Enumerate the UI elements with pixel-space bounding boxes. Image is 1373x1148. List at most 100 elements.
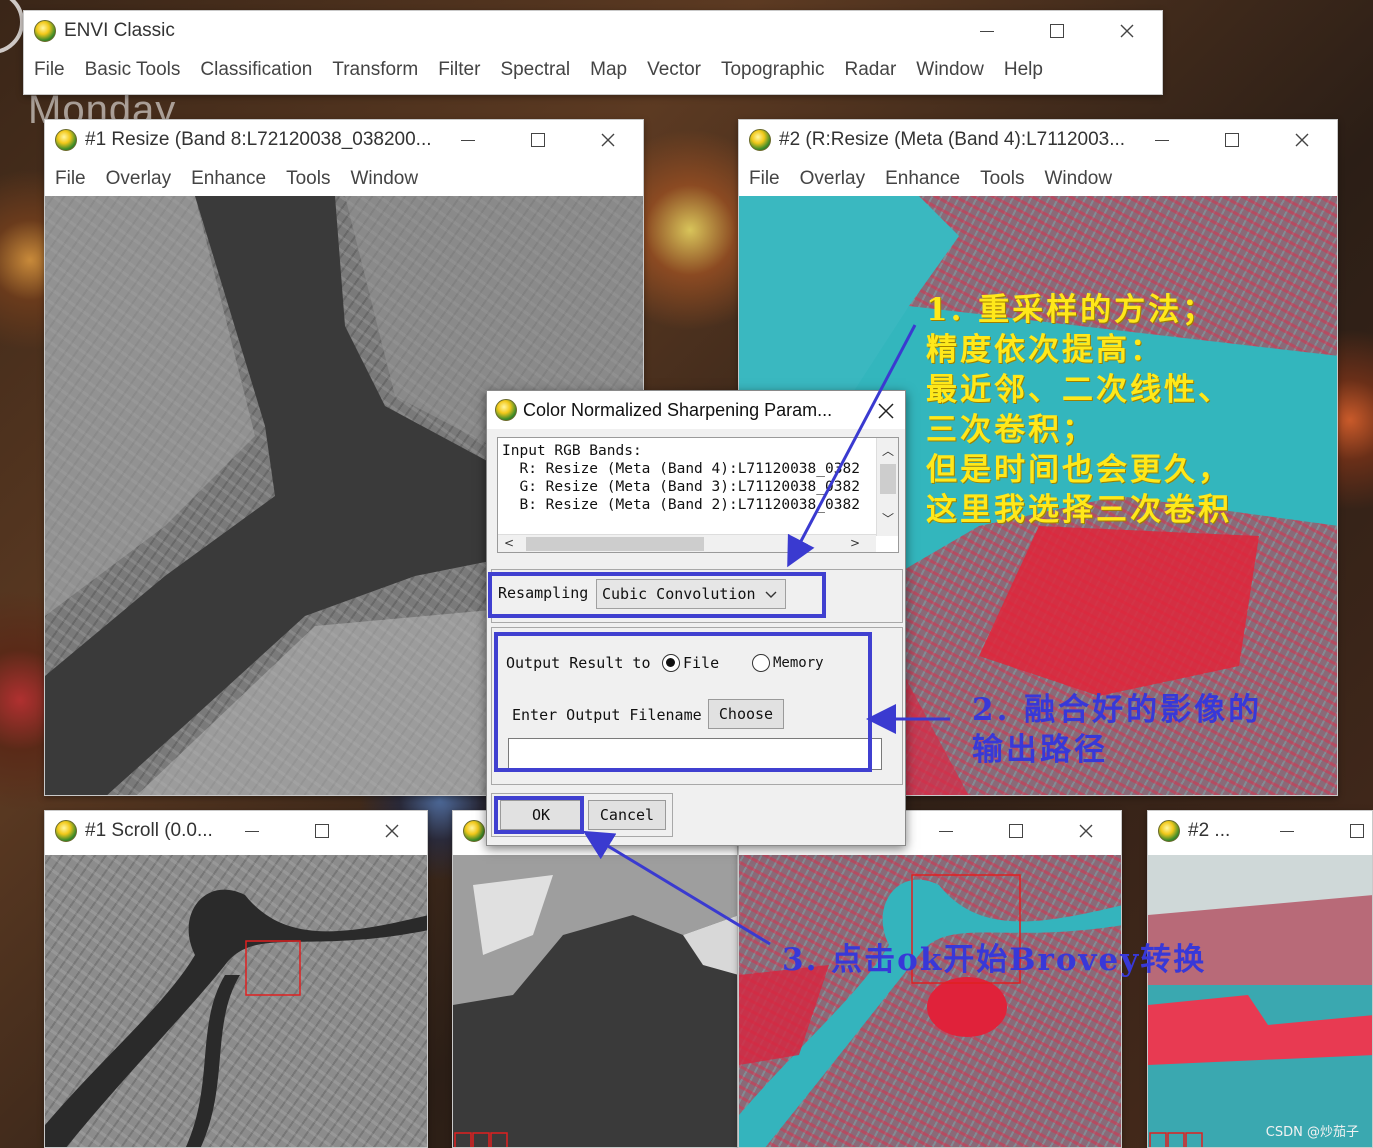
menu-transform[interactable]: Transform [332, 59, 418, 81]
close-button[interactable] [357, 811, 427, 851]
envi-main-title: ENVI Classic [64, 20, 175, 41]
zoom2-image[interactable] [1148, 855, 1372, 1147]
close-icon [1079, 824, 1093, 838]
zoom1-image[interactable] [453, 855, 737, 1147]
menu-enhance[interactable]: Enhance [191, 168, 266, 190]
scroll1-titlebar[interactable]: #1 Scroll (0.0... [45, 811, 427, 851]
display1-menubar: File Overlay Enhance Tools Window [45, 164, 643, 194]
menu-file[interactable]: File [34, 59, 65, 81]
cancel-button[interactable]: Cancel [588, 800, 666, 830]
zoom1-pixel-graphic [453, 855, 737, 1147]
menu-tools[interactable]: Tools [286, 168, 330, 190]
scroll-up-icon[interactable]: ︿ [882, 442, 894, 459]
scroll-left-icon[interactable]: < [504, 536, 514, 550]
input-bands-listbox[interactable]: Input RGB Bands: R: Resize (Meta (Band 4… [497, 437, 899, 553]
menu-tools[interactable]: Tools [980, 168, 1024, 190]
menu-window[interactable]: Window [1044, 168, 1112, 190]
menu-enhance[interactable]: Enhance [885, 168, 960, 190]
scroll1-window: #1 Scroll (0.0... [44, 810, 428, 1148]
input-band-r[interactable]: R: Resize (Meta (Band 4):L71120038_0382 [502, 460, 870, 478]
input-band-g[interactable]: G: Resize (Meta (Band 3):L71120038_0382 [502, 478, 870, 496]
menu-window[interactable]: Window [916, 59, 984, 81]
ok-highlight-box [494, 796, 584, 834]
vertical-scroll-thumb[interactable] [880, 464, 896, 494]
scroll-down-icon[interactable]: ﹀ [882, 510, 894, 527]
menu-map[interactable]: Map [590, 59, 627, 81]
scroll2-river-graphic [739, 874, 1121, 1147]
input-band-b[interactable]: B: Resize (Meta (Band 2):L71120038_0382 [502, 496, 870, 514]
resampling-highlight-box [488, 572, 826, 618]
zoom2-titlebar[interactable]: #2 ... [1148, 811, 1372, 851]
menu-topographic[interactable]: Topographic [721, 59, 825, 81]
close-button[interactable] [1051, 811, 1121, 851]
menu-vector[interactable]: Vector [647, 59, 701, 81]
menu-help[interactable]: Help [1004, 59, 1043, 81]
listbox-vertical-scrollbar[interactable]: ︿ ﹀ [876, 438, 898, 536]
watermark-text: CSDN @炒茄子 [1265, 1125, 1359, 1140]
envi-logo-icon [463, 820, 485, 842]
menu-radar[interactable]: Radar [845, 59, 897, 81]
display2-titlebar[interactable]: #2 (R:Resize (Meta (Band 4):L7112003... [739, 120, 1337, 160]
maximize-icon [1009, 824, 1023, 838]
maximize-button[interactable] [503, 120, 573, 160]
minimize-icon [461, 139, 475, 141]
maximize-button[interactable] [1322, 811, 1372, 851]
annotation-note-2: 2. 融合好的影像的 输出路径 [972, 692, 1263, 768]
display1-titlebar[interactable]: #1 Resize (Band 8:L72120038_038200... [45, 120, 643, 160]
minimize-button[interactable] [433, 120, 503, 160]
menu-overlay[interactable]: Overlay [106, 168, 171, 190]
display1-title: #1 Resize (Band 8:L72120038_038200... [85, 129, 432, 150]
maximize-button[interactable] [981, 811, 1051, 851]
zoom1-window [452, 810, 738, 1148]
close-button[interactable] [1267, 120, 1337, 160]
minimize-button[interactable] [217, 811, 287, 851]
scroll-right-icon[interactable]: > [850, 536, 860, 550]
menu-classification[interactable]: Classification [200, 59, 312, 81]
maximize-button[interactable] [1197, 120, 1267, 160]
menu-file[interactable]: File [55, 168, 86, 190]
horizontal-scroll-thumb[interactable] [526, 537, 704, 551]
envi-logo-icon [34, 20, 56, 42]
maximize-icon [1350, 824, 1364, 838]
display2-title: #2 (R:Resize (Meta (Band 4):L7112003... [779, 129, 1126, 150]
maximize-icon [1225, 133, 1239, 147]
maximize-icon [1050, 24, 1064, 38]
envi-main-titlebar[interactable]: ENVI Classic [24, 11, 1162, 51]
minimize-icon [939, 830, 953, 832]
close-button[interactable] [573, 120, 643, 160]
menu-overlay[interactable]: Overlay [800, 168, 865, 190]
minimize-icon [980, 30, 994, 32]
menu-spectral[interactable]: Spectral [500, 59, 570, 81]
output-highlight-box [494, 632, 872, 772]
menu-basic-tools[interactable]: Basic Tools [85, 59, 181, 81]
menu-filter[interactable]: Filter [438, 59, 480, 81]
close-button[interactable] [1092, 11, 1162, 51]
minimize-button[interactable] [911, 811, 981, 851]
annotation-note-3: 3. 点击ok开始Brovey转换 [782, 942, 1207, 978]
sharpening-params-dialog: Color Normalized Sharpening Param... Inp… [486, 390, 906, 846]
minimize-button[interactable] [1127, 120, 1197, 160]
dialog-titlebar[interactable]: Color Normalized Sharpening Param... [487, 391, 905, 429]
scroll2-image[interactable] [739, 855, 1121, 1147]
envi-main-window: ENVI Classic File Basic Tools Classifica… [23, 10, 1163, 95]
maximize-icon [315, 824, 329, 838]
close-icon [601, 133, 615, 147]
minimize-button[interactable] [952, 11, 1022, 51]
scroll1-image[interactable] [45, 855, 427, 1147]
zoom2-title: #2 ... [1188, 820, 1231, 841]
scroll1-zoom-box[interactable] [245, 940, 301, 996]
menu-window[interactable]: Window [350, 168, 418, 190]
envi-logo-icon [1158, 820, 1180, 842]
close-icon[interactable] [875, 400, 897, 422]
envi-logo-icon [55, 820, 77, 842]
dialog-title: Color Normalized Sharpening Param... [523, 399, 833, 420]
maximize-button[interactable] [1022, 11, 1092, 51]
maximize-button[interactable] [287, 811, 357, 851]
listbox-horizontal-scrollbar[interactable]: < > [498, 534, 876, 552]
minimize-button[interactable] [1252, 811, 1322, 851]
envi-logo-icon [495, 399, 517, 421]
menu-file[interactable]: File [749, 168, 780, 190]
input-bands-header: Input RGB Bands: [502, 443, 642, 459]
display2-menubar: File Overlay Enhance Tools Window [739, 164, 1337, 194]
zoom2-pixel-graphic [1148, 855, 1372, 1147]
